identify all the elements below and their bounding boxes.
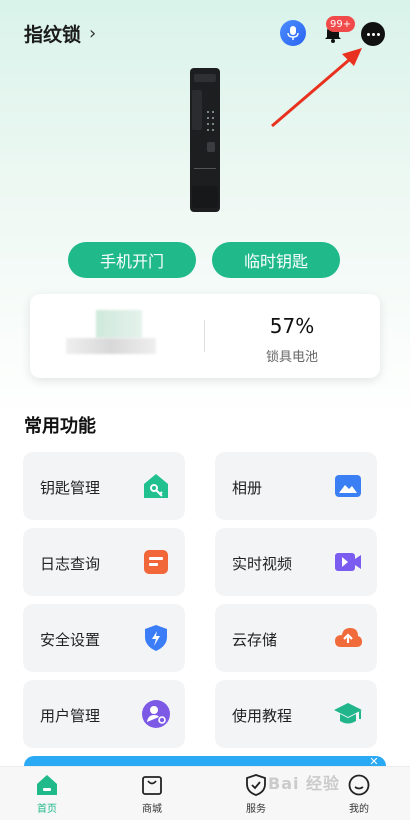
tile-label: 云存储 <box>232 631 278 649</box>
chevron-right-icon: › <box>89 23 97 44</box>
more-dot <box>376 32 380 36</box>
user-manage-icon <box>142 700 170 728</box>
card-divider <box>204 320 205 352</box>
more-dot <box>371 32 375 36</box>
photo-icon <box>335 475 361 497</box>
tutorial-tile[interactable]: 使用教程 <box>215 680 377 748</box>
blurred-status-text <box>66 338 156 354</box>
tab-home[interactable]: 首页 <box>12 773 82 817</box>
top-bar: 指纹锁 › 99+ <box>0 0 410 128</box>
key-house-icon <box>144 474 168 498</box>
tile-label: 实时视频 <box>232 555 293 573</box>
security-settings-tile[interactable]: 安全设置 <box>23 604 185 672</box>
smart-lock-image <box>190 68 220 212</box>
annotation-arrow <box>271 48 362 128</box>
notification-badge: 99+ <box>326 16 356 32</box>
device-selector[interactable]: 指纹锁 › <box>24 20 96 47</box>
tile-label: 相册 <box>232 479 263 497</box>
smiley-icon <box>348 774 370 796</box>
blurred-network-status <box>96 310 142 338</box>
status-card: 57% 锁具电池 <box>30 294 380 378</box>
tab-label: 我的 <box>349 804 369 815</box>
video-icon <box>335 553 361 571</box>
device-name-label: 指纹锁 <box>24 24 82 46</box>
battery-value: 57% <box>269 314 315 338</box>
tile-label: 日志查询 <box>40 555 101 573</box>
tab-shop[interactable]: 商城 <box>117 773 187 817</box>
log-icon <box>144 550 168 574</box>
temporary-key-button[interactable]: 临时钥匙 <box>212 242 340 278</box>
live-video-tile[interactable]: 实时视频 <box>215 528 377 596</box>
tab-label: 首页 <box>37 804 57 815</box>
cloud-storage-tile[interactable]: 云存储 <box>215 604 377 672</box>
shopping-bag-icon <box>142 776 162 795</box>
tile-label: 钥匙管理 <box>40 479 101 497</box>
home-icon <box>37 775 57 795</box>
tile-label: 安全设置 <box>40 631 101 649</box>
cloud-upload-icon <box>335 628 362 647</box>
tab-label: 服务 <box>246 804 266 815</box>
shield-check-icon <box>246 774 266 796</box>
album-tile[interactable]: 相册 <box>215 452 377 520</box>
tile-label: 使用教程 <box>232 707 293 725</box>
battery-label: 锁具电池 <box>265 350 318 365</box>
graduation-cap-icon <box>334 703 362 724</box>
phone-unlock-button[interactable]: 手机开门 <box>68 242 196 278</box>
bottom-tab-bar: 首页 商城 服务 我的 <box>0 766 410 820</box>
section-title: 常用功能 <box>24 416 96 437</box>
key-management-tile[interactable]: 钥匙管理 <box>23 452 185 520</box>
log-query-tile[interactable]: 日志查询 <box>23 528 185 596</box>
tab-label: 商城 <box>142 804 162 815</box>
tile-label: 用户管理 <box>40 707 101 725</box>
microphone-icon <box>287 26 299 40</box>
watermark: Bai 经验 <box>268 774 341 793</box>
user-management-tile[interactable]: 用户管理 <box>23 680 185 748</box>
shield-bolt-icon <box>145 625 167 651</box>
more-dot <box>366 32 370 36</box>
